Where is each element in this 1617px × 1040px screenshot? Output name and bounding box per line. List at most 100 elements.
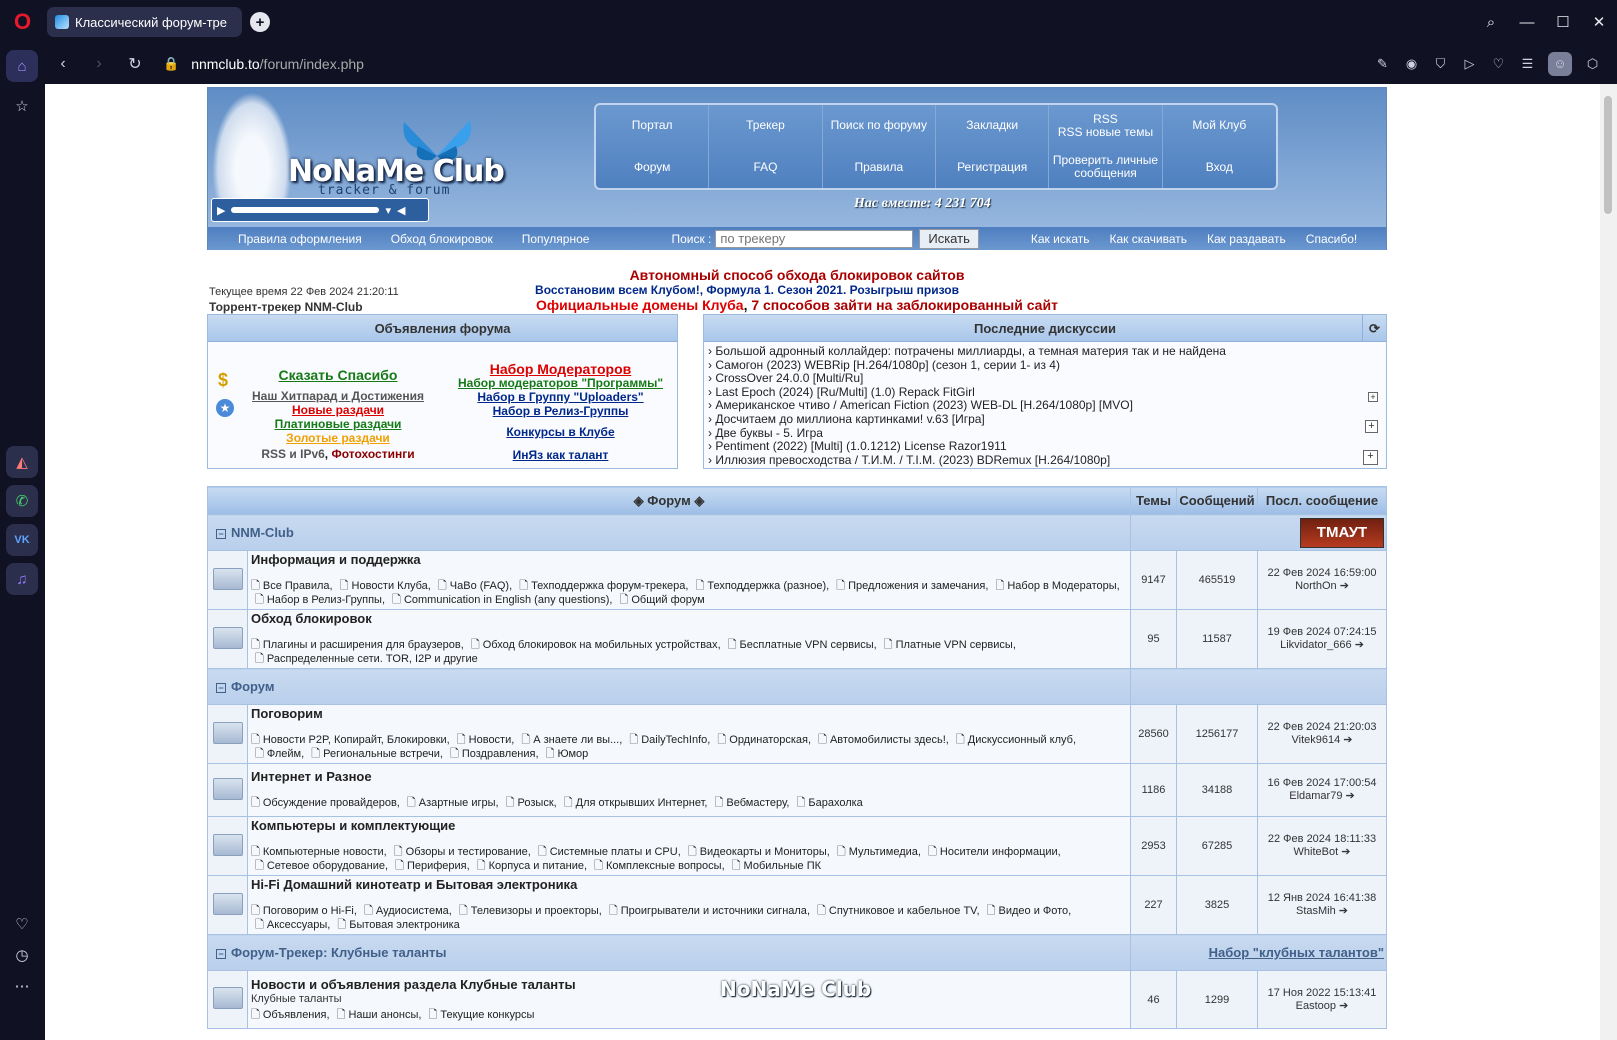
subforum-link[interactable]: Мультимедиа [837,846,918,858]
expand-large-icon[interactable]: + [1363,450,1378,465]
menu-login[interactable]: Вход [1163,147,1276,189]
search-button[interactable]: Искать [919,228,979,249]
link-languages[interactable]: ИнЯз как талант [448,448,673,462]
subforum-link[interactable]: Автомобилисты здесь! [818,734,946,746]
goto-post-icon[interactable]: ➔ [1339,905,1348,917]
shield-icon[interactable]: ⛉ [1426,52,1455,76]
new-tab-button[interactable]: + [250,12,270,32]
link-rss-ipv6[interactable]: RSS и IPv6 [261,447,324,461]
last-post-user[interactable]: Eldamar79 [1289,790,1342,802]
star-icon[interactable]: ☆ [6,90,38,122]
last-post-user[interactable]: StasMih [1296,905,1336,917]
subnav-how-seed[interactable]: Как раздавать [1207,232,1286,246]
discussion-item[interactable]: Американское чтиво / American Fiction (2… [708,399,1382,413]
player-dropdown-icon[interactable]: ▾ [385,204,391,217]
subforum-link[interactable]: Ординаторская [717,734,808,746]
link-moderators[interactable]: Набор Модераторов [448,362,673,376]
expand-small-icon[interactable]: + [1368,392,1378,402]
heart-icon[interactable]: ♡ [1484,52,1513,76]
link-moderators-programs[interactable]: Набор модераторов "Программы" [448,376,673,390]
subforum-link[interactable]: Communication in English (any questions) [392,594,609,606]
subforum-link[interactable]: Системные платы и CPU [538,846,678,858]
subforum-link[interactable]: Спутниковое и кабельное TV [817,905,976,917]
discussion-item[interactable]: CrossOver 24.0.0 [Multi/Ru] [708,372,1382,386]
page-scrollbar[interactable] [1600,84,1617,1040]
menu-rss[interactable]: RSS RSS новые темы [1049,105,1163,147]
reload-icon[interactable]: ↻ [117,54,153,74]
subforum-link[interactable]: Обзоры и тестирование [394,846,528,858]
announcement-restore[interactable]: Восстановим всем Клубом! [535,283,700,297]
subforum-link[interactable]: Телевизоры и проекторы [459,905,599,917]
sort-icon[interactable]: ◈ [634,493,644,508]
menu-forum[interactable]: Форум [596,146,710,188]
forum-title[interactable]: Новости и объявления раздела Клубные тал… [251,977,1127,992]
last-post-user[interactable]: NorthOn [1295,580,1337,592]
subforum-link[interactable]: Для открывших Интернет [564,797,705,809]
subforum-link[interactable]: Предложения и замечания [836,580,985,592]
subforum-link[interactable]: Плагины и расширения для браузеров [251,639,461,651]
subforum-link[interactable]: Общий форум [620,594,705,606]
menu-forum-search[interactable]: Поиск по форуму [823,105,936,147]
subforum-link[interactable]: Барахолка [797,797,863,809]
player-progress[interactable] [231,207,380,213]
menu-portal[interactable]: Портал [596,105,710,147]
vk-icon[interactable]: VK [6,524,38,556]
refresh-icon[interactable]: ⟳ [1362,315,1386,342]
link-contests[interactable]: Конкурсы в Клубе [448,425,673,439]
subforum-link[interactable]: Наши анонсы [337,1009,419,1021]
minimize-icon[interactable]: — [1509,14,1545,31]
menu-messages[interactable]: Проверить личные сообщения [1049,146,1163,188]
link-hitparade[interactable]: Наш Хитпарад и Достижения [248,389,428,403]
subforum-link[interactable]: Флейм [255,748,301,760]
discussion-item[interactable]: Досчитаем до миллиона картинками! v.63 [… [708,412,1382,427]
sort-icon[interactable]: ◈ [694,493,704,508]
subforum-link[interactable]: Техподдержка (разное) [695,580,826,592]
expand-icon[interactable]: + [1365,420,1378,433]
link-photohosting[interactable]: Фотохостинги [331,447,414,461]
edit-icon[interactable]: ✎ [1368,52,1397,76]
forward-icon[interactable]: › [81,55,117,73]
discussion-item[interactable]: Last Epoch (2024) [Ru/Multi] (1.0) Repac… [708,385,1382,400]
announcement-autonomous[interactable]: Автономный способ обхода блокировок сайт… [630,267,965,283]
url-field[interactable]: 🔒 nnmclub.to/forum/index.php [163,56,364,72]
subforum-link[interactable]: Розыск [506,797,554,809]
subforum-link[interactable]: Новости P2P, Копирайт, Блокировки [251,734,447,746]
subnav-thanks[interactable]: Спасибо! [1306,232,1357,246]
player-volume-icon[interactable]: ◀ [397,204,405,217]
last-post-user[interactable]: Eastoop [1296,1000,1336,1012]
play-icon[interactable]: ▷ [1455,52,1484,76]
favorites-heart-icon[interactable]: ♡ [6,908,38,940]
link-new-releases[interactable]: Новые раздачи [248,403,428,417]
search-tabs-icon[interactable]: ⌕ [1473,14,1509,31]
subforum-link[interactable]: Обход блокировок на мобильных устройства… [471,639,718,651]
back-icon[interactable]: ‹ [45,55,81,73]
link-uploaders[interactable]: Набор в Группу "Uploaders" [448,390,673,404]
subforum-link[interactable]: Платные VPN сервисы [884,639,1013,651]
goto-post-icon[interactable]: ➔ [1355,639,1364,651]
subforum-link[interactable]: Сетевое оборудование [255,860,385,872]
announcement-f1[interactable]: Формула 1. Сезон 2021. Розыгрыш призов [706,283,959,297]
subforum-link[interactable]: Поговорим о Hi-Fi [251,905,354,917]
category-title[interactable]: NNM-Club [231,525,294,540]
subforum-link[interactable]: Дискуссионный клуб [956,734,1073,746]
forum-title[interactable]: Hi-Fi Домашний кинотеатр и Бытовая элект… [251,878,1127,892]
subforum-link[interactable]: Бесплатные VPN сервисы [728,639,874,651]
last-post-user[interactable]: WhiteBot [1294,846,1339,858]
camera-icon[interactable]: ◉ [1397,52,1426,76]
subforum-link[interactable]: Распределенные сети. TOR, I2P и другие [255,653,478,665]
search-input[interactable] [715,229,914,248]
collapse-icon[interactable]: − [216,948,226,959]
category-title[interactable]: Форум-Трекер: Клубные таланты [231,945,447,960]
close-icon[interactable]: ✕ [1581,13,1617,31]
discussion-item[interactable]: Самогон (2023) WEBRip [H.264/1080p] (сез… [708,358,1382,373]
announcement-7ways[interactable]: 7 способов зайти на заблокированный сайт [751,297,1058,313]
scrollbar-thumb[interactable] [1604,96,1612,214]
subforum-link[interactable]: Аксессуары [255,919,327,931]
subforum-link[interactable]: Юмор [546,748,589,760]
link-release-groups[interactable]: Набор в Релиз-Группы [448,404,673,418]
subforum-link[interactable]: Видео и Фото [987,905,1069,917]
goto-post-icon[interactable]: ➔ [1346,790,1355,802]
subforum-link[interactable]: А знаете ли вы... [521,734,619,746]
subforum-link[interactable]: Поздравления [450,748,536,760]
subforum-link[interactable]: Комплексные вопросы [594,860,721,872]
